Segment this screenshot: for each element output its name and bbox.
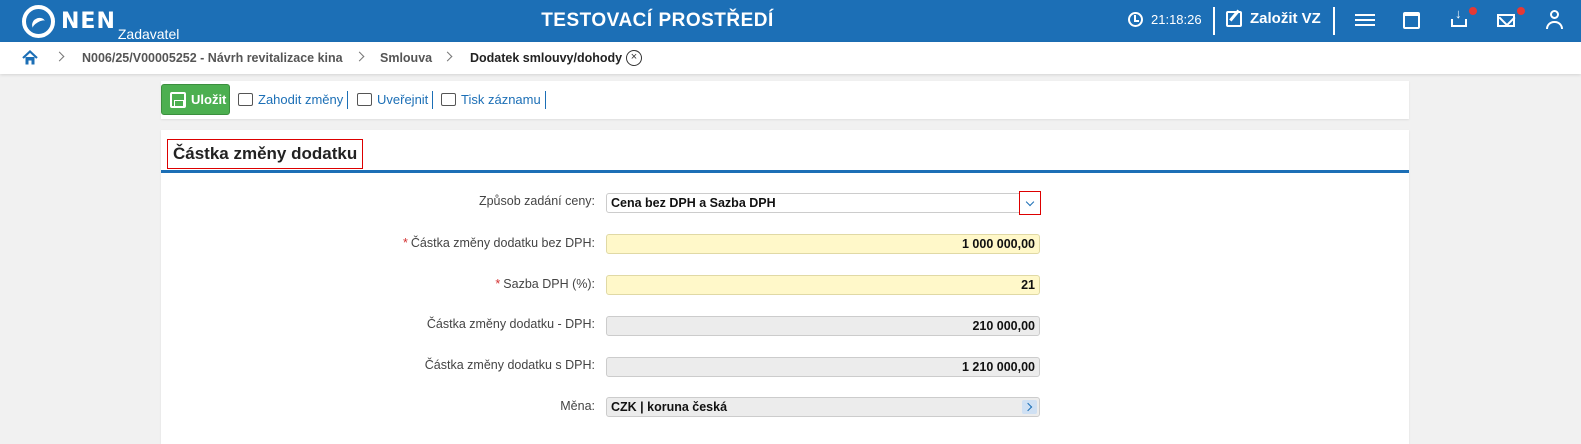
toolbar-divider [545, 91, 546, 109]
mail-notification-dot [1517, 7, 1525, 15]
chevron-down-icon[interactable] [1019, 191, 1041, 215]
mail-icon[interactable] [1497, 14, 1515, 27]
menu-icon[interactable] [1355, 11, 1375, 31]
new-vz-label: Založit VZ [1250, 10, 1321, 27]
print-record-button[interactable]: Tisk záznamu [441, 92, 541, 107]
close-icon[interactable]: × [626, 50, 642, 66]
vat-amount-label: Částka změny dodatku - DPH: [426, 317, 595, 331]
breadcrumb-item-contract[interactable]: Smlouva [380, 51, 432, 65]
amount-net-label: * Částka změny dodatku bez DPH: [403, 236, 595, 250]
printer-icon [441, 93, 456, 106]
publish-label: Uveřejnit [377, 92, 429, 107]
amount-net-label-text: Částka změny dodatku bez DPH: [410, 236, 595, 250]
environment-title: TESTOVACÍ PROSTŘEDÍ [541, 10, 774, 31]
price-mode-value: Cena bez DPH a Sazba DPH [611, 196, 776, 210]
amount-net-input[interactable]: 1 000 000,00 [606, 234, 1040, 254]
required-mark: * [495, 277, 501, 291]
currency-label: Měna: [560, 399, 595, 413]
chevron-right-icon [54, 51, 65, 62]
save-button[interactable]: Uložit [161, 84, 230, 115]
session-clock: 21:18:26 [1128, 12, 1202, 27]
amount-gross-field: 1 210 000,00 [606, 357, 1040, 377]
undo-icon [238, 93, 253, 106]
vat-rate-input[interactable]: 21 [606, 275, 1040, 295]
breadcrumb-item-amendment: Dodatek smlouvy/dohody [470, 51, 623, 65]
action-toolbar: Uložit Zahodit změny Uveřejnit Tisk zázn… [161, 81, 1409, 119]
new-vz-button[interactable]: Založit VZ [1226, 10, 1321, 27]
chevron-right-icon [354, 51, 365, 62]
breadcrumb: N006/25/V00005252 - Návrh revitalizace k… [0, 42, 1581, 74]
chevron-right-icon [442, 51, 453, 62]
vat-rate-label: * Sazba DPH (%): [495, 277, 595, 291]
clock-icon [1128, 12, 1143, 27]
price-mode-select[interactable]: Cena bez DPH a Sazba DPH [606, 191, 1041, 215]
header-divider [1213, 7, 1215, 35]
publish-icon [357, 93, 372, 106]
vat-rate-label-text: Sazba DPH (%): [503, 277, 595, 291]
amount-gross-label: Částka změny dodatku s DPH: [424, 358, 595, 372]
edit-icon [1226, 10, 1242, 27]
publish-button[interactable]: Uveřejnit [357, 92, 428, 107]
save-label: Uložit [191, 92, 227, 107]
discard-changes-button[interactable]: Zahodit změny [238, 92, 343, 107]
required-mark: * [403, 236, 408, 250]
chevron-right-icon[interactable] [1022, 400, 1037, 414]
user-icon[interactable] [1545, 10, 1565, 30]
home-icon[interactable] [22, 50, 38, 66]
vat-amount-field: 210 000,00 [606, 316, 1040, 336]
panel-title-rule [161, 170, 1409, 173]
price-mode-label: Způsob zadání ceny: [478, 194, 595, 208]
breadcrumb-item-tender[interactable]: N006/25/V00005252 - Návrh revitalizace k… [82, 51, 343, 65]
toolbar-divider [347, 91, 348, 109]
download-icon[interactable] [1451, 6, 1467, 27]
floppy-icon [170, 91, 186, 108]
calendar-icon[interactable] [1403, 12, 1420, 29]
currency-value: CZK | koruna česká [611, 400, 728, 414]
clock-time: 21:18:26 [1151, 12, 1202, 27]
top-bar: NEN Zadavatel TESTOVACÍ PROSTŘEDÍ 21:18:… [0, 0, 1581, 42]
header-divider [1333, 7, 1335, 35]
currency-field[interactable]: CZK | koruna česká [606, 397, 1040, 417]
toolbar-divider [432, 91, 433, 109]
discard-label: Zahodit změny [258, 92, 344, 107]
amendment-amount-panel: Částka změny dodatku Způsob zadání ceny:… [161, 130, 1409, 444]
download-notification-dot [1469, 7, 1477, 15]
print-label: Tisk záznamu [461, 92, 541, 107]
panel-title: Částka změny dodatku [167, 139, 364, 169]
